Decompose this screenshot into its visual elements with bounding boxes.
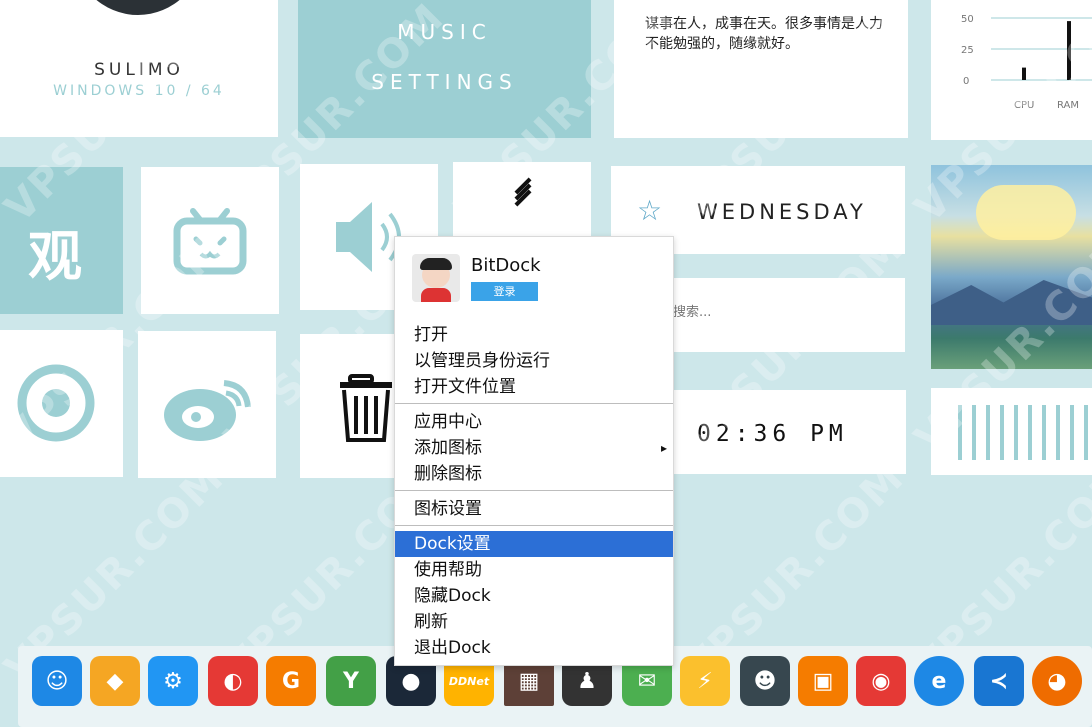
equalizer-bars (958, 405, 1088, 460)
menu-item-open[interactable]: 打开 (395, 323, 673, 347)
context-menu: BitDock 登录 打开 以管理员身份运行 打开文件位置 应用中心 添加图标 … (394, 236, 674, 666)
g-badge-icon[interactable]: G (266, 656, 316, 706)
guan-label: 观 (28, 225, 82, 288)
clock-time: 02:36 PM (697, 421, 848, 447)
app-avatar (412, 254, 460, 302)
profile-name: SULIMO (94, 60, 184, 80)
tick-50: 50 (961, 14, 974, 25)
music-label: MUSIC (397, 20, 492, 44)
weibo-icon (164, 380, 251, 441)
menu-item-open-file-location[interactable]: 打开文件位置 (395, 375, 673, 399)
menu-item-add-icon[interactable]: 添加图标 ▸ (395, 436, 673, 460)
star-icon: ☆ (637, 194, 663, 227)
menu-item-add-icon-label: 添加图标 (414, 438, 482, 458)
finder-face-icon[interactable]: ☺ (32, 656, 82, 706)
day-label: WEDNESDAY (697, 200, 867, 224)
bilibili-tile[interactable] (141, 167, 279, 314)
profile-tile[interactable]: SULIMO WINDOWS 10 / 64 (0, 0, 278, 137)
lightning-icon[interactable]: ⚡ (680, 656, 730, 706)
menu-item-hide-dock[interactable]: 隐藏Dock (395, 584, 673, 608)
search-input[interactable] (671, 304, 875, 321)
y-circle-icon[interactable]: Y (326, 656, 376, 706)
menu-item-icon-settings[interactable]: 图标设置 (395, 497, 673, 521)
menu-item-run-as-admin[interactable]: 以管理员身份运行 (395, 349, 673, 373)
monitor-tile: 50 25 0 CPU RAM (931, 0, 1092, 140)
settings-label: SETTINGS (371, 70, 518, 94)
menu-item-exit-dock[interactable]: 退出Dock (395, 636, 673, 660)
ram-bar (1067, 21, 1071, 81)
mountain-shape (931, 280, 1092, 325)
menu-item-help[interactable]: 使用帮助 (395, 558, 673, 582)
vscode-icon[interactable]: ≺ (974, 656, 1024, 706)
weibo-tile[interactable] (138, 331, 276, 478)
cat-icon[interactable]: ☻ (740, 656, 790, 706)
music-settings-tile[interactable]: MUSIC SETTINGS (298, 0, 591, 138)
tick-25: 25 (961, 45, 974, 56)
flame-shield-icon[interactable]: ◆ (90, 656, 140, 706)
disk-tool-icon[interactable]: ◐ (208, 656, 258, 706)
settings-gear-icon[interactable]: ⚙ (148, 656, 198, 706)
tick-0: 0 (963, 76, 969, 87)
quote-text: 谋事在人，成事在天。很多事情是人力不能勉强的，随缘就好。 (645, 16, 883, 52)
vmware-icon[interactable]: ▣ (798, 656, 848, 706)
cpu-bar (1022, 67, 1026, 80)
qq-circle-icon (17, 364, 95, 442)
menu-item-refresh[interactable]: 刷新 (395, 610, 673, 634)
menu-item-dock-settings[interactable]: Dock设置 (395, 531, 673, 557)
quote-tile: 谋事在人，成事在天。很多事情是人力不能勉强的，随缘就好。 (614, 0, 908, 138)
submenu-arrow-icon: ▸ (660, 441, 667, 455)
edge-icon[interactable]: e (914, 656, 964, 706)
cloud-shape (976, 185, 1076, 240)
equalizer-tile[interactable] (931, 388, 1092, 475)
menu-separator (395, 403, 673, 404)
menu-item-app-center[interactable]: 应用中心 (395, 410, 673, 434)
bilibili-tv-icon (173, 208, 247, 275)
pin-circle-icon[interactable]: ◉ (856, 656, 906, 706)
firefox-icon[interactable]: ◕ (1032, 656, 1082, 706)
menu-item-remove-icon[interactable]: 删除图标 (395, 462, 673, 486)
profile-subtitle: WINDOWS 10 / 64 (53, 83, 225, 99)
app-name: BitDock (471, 255, 541, 276)
wallpaper-tile[interactable] (931, 165, 1092, 369)
cpu-label: CPU (1014, 100, 1034, 111)
menu-separator (395, 490, 673, 491)
login-button[interactable]: 登录 (471, 282, 538, 301)
guan-tile[interactable]: 观 (0, 167, 123, 314)
monitor-chart: 50 25 0 CPU RAM (961, 14, 1092, 111)
menu-separator (395, 525, 673, 526)
ram-label: RAM (1057, 100, 1079, 111)
qq-tile[interactable] (0, 330, 123, 477)
avatar (73, 0, 203, 15)
menu-toggle-tile[interactable] (453, 162, 591, 242)
hamburger-icon (511, 177, 535, 207)
